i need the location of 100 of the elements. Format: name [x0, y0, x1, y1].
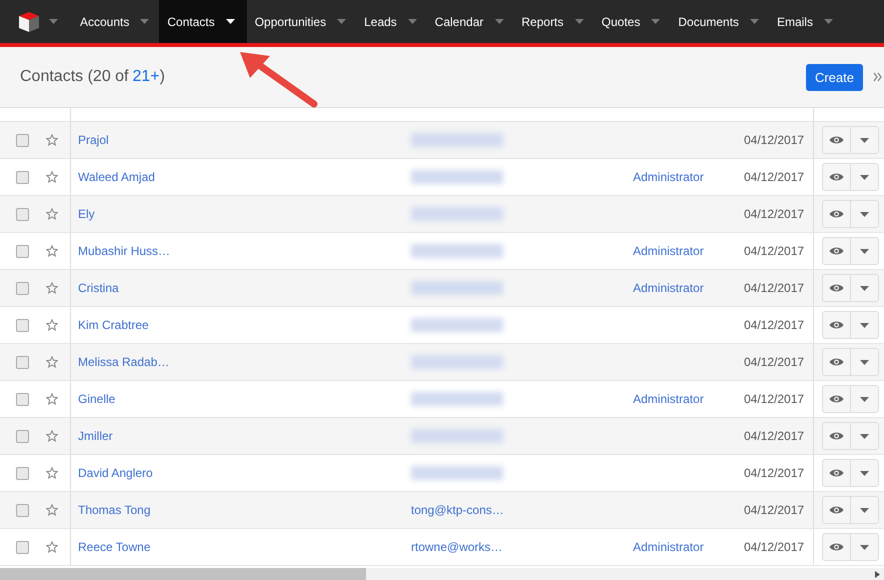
row-checkbox[interactable]: [16, 430, 29, 442]
nav-tab[interactable]: Emails: [768, 0, 843, 43]
row-checkbox[interactable]: [16, 392, 29, 406]
row-checkbox[interactable]: [16, 318, 29, 332]
date-cell: 04/12/2017: [744, 244, 804, 258]
caret-icon: [860, 212, 869, 216]
caret-icon: [494, 19, 504, 24]
nav-tab[interactable]: Accounts: [72, 0, 160, 43]
contact-name-link[interactable]: Melissa Radab…: [71, 355, 170, 369]
date-cell: 04/12/2017: [744, 392, 804, 406]
contact-name-link[interactable]: Prajol: [71, 133, 109, 147]
eye-icon: [829, 135, 844, 145]
date-cell: 04/12/2017: [744, 133, 804, 147]
star-icon[interactable]: [46, 171, 58, 183]
caret-icon: [750, 19, 759, 24]
eye-icon: [829, 468, 844, 478]
email-link[interactable]: tong@ktp-cons…: [399, 503, 504, 517]
eye-icon: [829, 505, 844, 515]
nav-tab[interactable]: Contacts: [159, 0, 247, 43]
scroll-right-arrow-icon[interactable]: [875, 570, 880, 578]
assigned-user-link[interactable]: Administrator: [619, 170, 704, 184]
contact-name-link[interactable]: David Anglero: [71, 466, 153, 480]
contact-name-link[interactable]: Cristina: [71, 281, 119, 295]
caret-icon: [860, 174, 869, 180]
row-checkbox[interactable]: [16, 540, 29, 554]
caret-icon: [574, 19, 584, 24]
caret-icon: [860, 322, 869, 328]
contact-name-link[interactable]: Mubashir Huss…: [71, 244, 170, 258]
contact-name-link[interactable]: Waleed Amjad: [71, 170, 155, 184]
assigned-user-link[interactable]: Administrator: [619, 392, 704, 406]
eye-icon: [829, 246, 844, 256]
contact-name-link[interactable]: Jmiller: [71, 429, 113, 443]
star-icon[interactable]: [46, 245, 58, 257]
caret-icon: [860, 286, 869, 290]
star-icon[interactable]: [46, 430, 58, 442]
row-checkbox[interactable]: [16, 466, 29, 480]
row-checkbox[interactable]: [16, 504, 29, 516]
star-icon[interactable]: [46, 134, 58, 146]
star-icon[interactable]: [46, 356, 58, 368]
eye-icon: [829, 357, 844, 367]
contact-name-link[interactable]: Ely: [71, 207, 95, 221]
caret-icon: [49, 19, 58, 24]
scrollbar-thumb[interactable]: [0, 568, 366, 580]
assigned-user-link[interactable]: Administrator: [619, 244, 704, 258]
caret-icon: [860, 508, 869, 512]
date-cell: 04/12/2017: [744, 355, 804, 369]
caret-icon: [860, 248, 869, 254]
date-cell: 04/12/2017: [744, 503, 804, 517]
contact-name-link[interactable]: Reece Towne: [71, 540, 150, 554]
date-cell: 04/12/2017: [744, 170, 804, 184]
eye-icon: [829, 209, 844, 219]
caret-icon: [860, 544, 869, 550]
caret-icon: [860, 138, 869, 142]
eye-icon: [829, 394, 844, 404]
row-checkbox[interactable]: [16, 282, 29, 294]
row-checkbox[interactable]: [16, 244, 29, 258]
eye-icon: [829, 320, 844, 330]
eye-icon: [829, 172, 844, 182]
date-cell: 04/12/2017: [744, 318, 804, 332]
contact-name-link[interactable]: Thomas Tong: [71, 503, 150, 517]
nav-tab[interactable]: Calendar: [426, 0, 514, 43]
nav-tab[interactable]: Reports: [514, 0, 594, 43]
contact-name-link[interactable]: Kim Crabtree: [71, 318, 149, 332]
date-cell: 04/12/2017: [744, 540, 804, 554]
star-icon[interactable]: [46, 393, 58, 405]
row-checkbox[interactable]: [16, 208, 29, 220]
page-title: Contacts (20 of 21+): [20, 68, 166, 86]
nav-tab[interactable]: Leads: [356, 0, 427, 43]
eye-icon: [829, 431, 844, 441]
caret-icon: [860, 360, 869, 364]
star-icon[interactable]: [46, 467, 58, 479]
contact-name-link[interactable]: Ginelle: [71, 392, 116, 406]
assigned-user-link[interactable]: Administrator: [619, 281, 704, 295]
caret-icon: [860, 434, 869, 438]
date-cell: 04/12/2017: [744, 466, 804, 480]
nav-tab[interactable]: Quotes: [594, 0, 670, 43]
row-checkbox[interactable]: [16, 134, 29, 146]
create-button[interactable]: Create: [806, 64, 863, 90]
row-checkbox[interactable]: [16, 356, 29, 368]
nav-tab[interactable]: Documents: [670, 0, 769, 43]
caret-icon: [140, 19, 150, 24]
star-icon[interactable]: [46, 504, 58, 516]
caret-icon: [824, 19, 833, 24]
total-count-link[interactable]: 21+: [132, 68, 160, 85]
row-checkbox[interactable]: [16, 170, 29, 184]
caret-icon: [408, 19, 417, 24]
star-icon[interactable]: [46, 319, 58, 331]
caret-icon: [226, 19, 235, 24]
double-chevron-icon[interactable]: [873, 72, 882, 82]
logo-cube-icon[interactable]: [18, 10, 40, 32]
star-icon[interactable]: [46, 282, 58, 294]
star-icon[interactable]: [46, 208, 58, 220]
star-icon[interactable]: [46, 541, 58, 553]
caret-icon: [860, 470, 869, 476]
eye-icon: [829, 542, 844, 552]
assigned-user-link[interactable]: Administrator: [619, 540, 704, 554]
date-cell: 04/12/2017: [744, 281, 804, 295]
nav-tab[interactable]: Opportunities: [246, 0, 356, 43]
date-cell: 04/12/2017: [744, 429, 804, 443]
email-link[interactable]: rtowne@works…: [399, 540, 503, 554]
